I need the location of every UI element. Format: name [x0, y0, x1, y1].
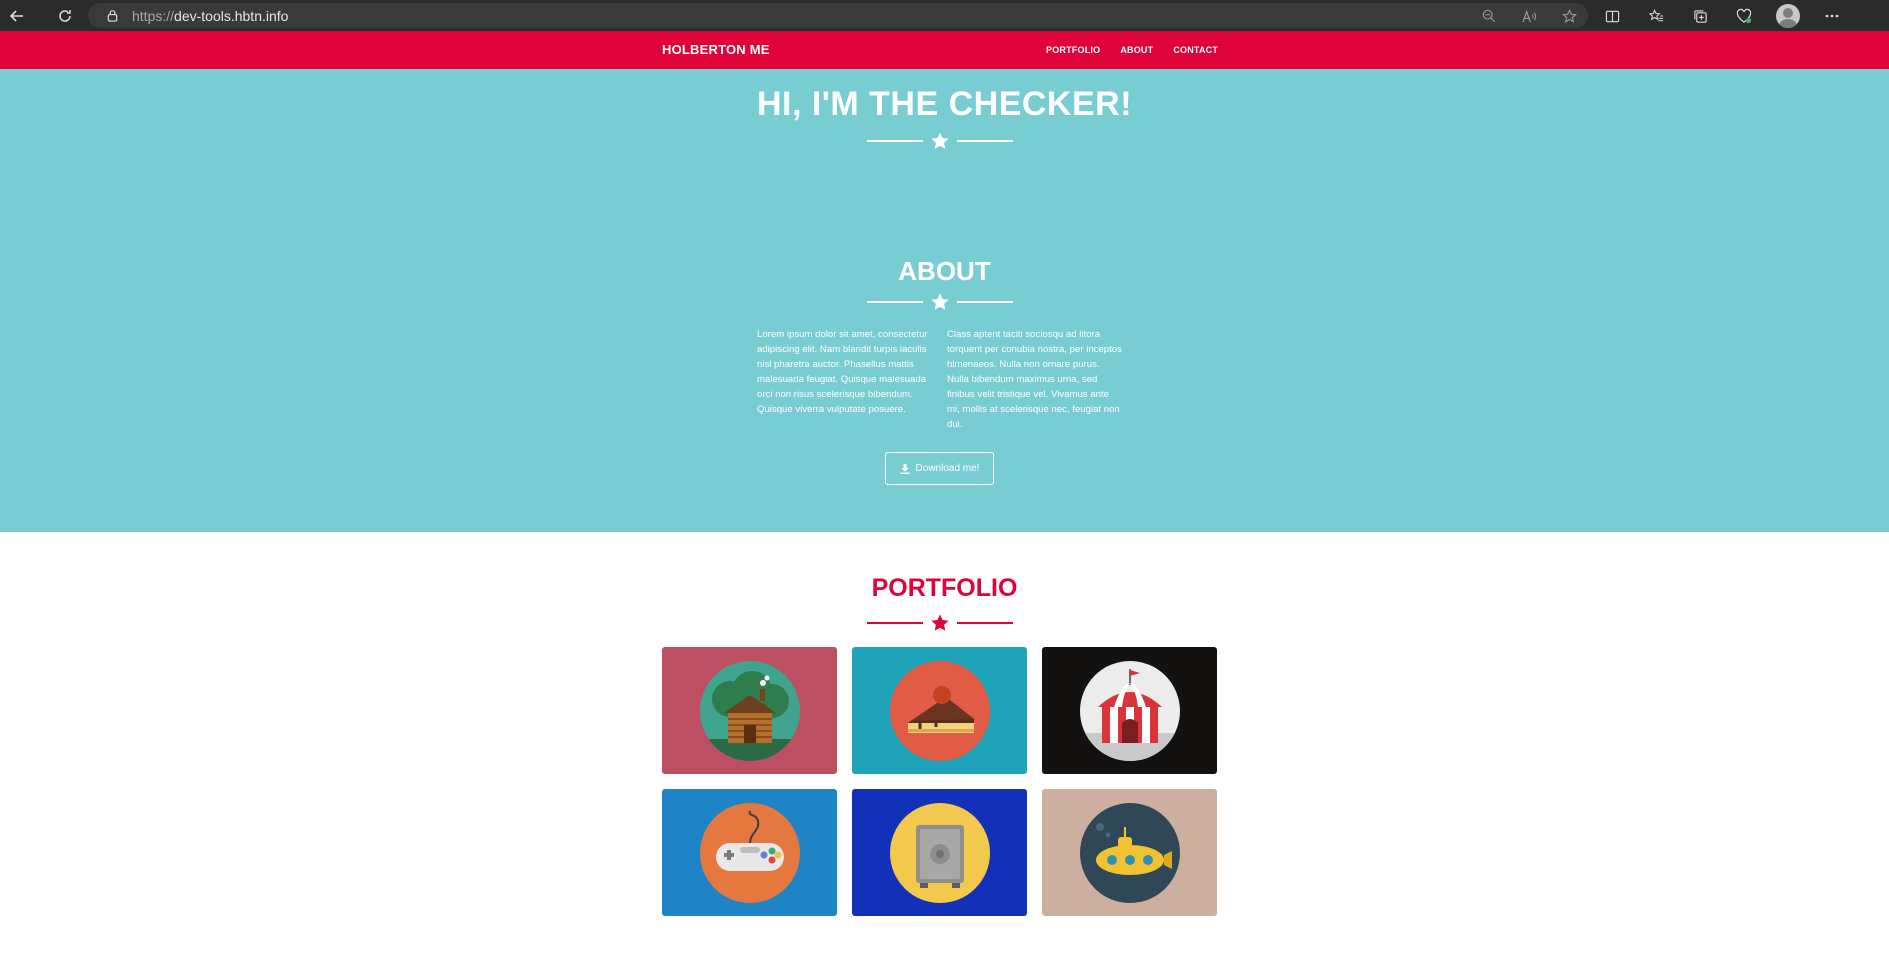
- nav-links: PORTFOLIO ABOUT CONTACT: [1046, 45, 1218, 55]
- split-screen-icon[interactable]: [1600, 4, 1624, 28]
- brand-logo-text[interactable]: HOLBERTON ME: [662, 42, 770, 57]
- url-protocol: https://: [132, 7, 175, 24]
- cabin-icon: [699, 660, 800, 761]
- profile-avatar[interactable]: [1776, 4, 1800, 28]
- portfolio-item-submarine[interactable]: [1042, 789, 1217, 916]
- collections-icon[interactable]: [1688, 4, 1712, 28]
- game-controller-icon: [699, 802, 800, 903]
- star-icon: [931, 132, 949, 149]
- portfolio-item-circus[interactable]: [1042, 647, 1217, 774]
- submarine-icon: [1079, 802, 1180, 903]
- cake-icon: [889, 660, 990, 761]
- portfolio-item-cake[interactable]: [852, 647, 1027, 774]
- download-button-label: Download me!: [915, 463, 980, 474]
- about-star-divider: [867, 292, 1013, 312]
- circus-tent-icon: [1079, 660, 1180, 761]
- star-icon: [931, 293, 949, 310]
- favorites-icon[interactable]: [1644, 4, 1668, 28]
- zoom-out-icon[interactable]: [1480, 7, 1498, 25]
- star-icon: [931, 614, 949, 631]
- about-text-right: Class aptent taciti sociosqu ad litora t…: [947, 329, 1122, 430]
- download-button[interactable]: Download me!: [885, 452, 994, 485]
- url-text: https://dev-tools.hbtn.info: [132, 8, 288, 24]
- portfolio-star-divider: [867, 613, 1013, 633]
- nav-link-about[interactable]: ABOUT: [1120, 45, 1153, 55]
- about-title: ABOUT: [898, 256, 991, 286]
- reload-icon[interactable]: [54, 5, 76, 27]
- back-icon[interactable]: [6, 5, 28, 27]
- safe-icon: [889, 802, 990, 903]
- hero-about-section: HI, I'M THE CHECKER! ABOUT Lorem ipsum d…: [0, 69, 1889, 532]
- about-text-left: Lorem ipsum dolor sit amet, consectetur …: [757, 329, 928, 415]
- portfolio-item-cabin[interactable]: [662, 647, 837, 774]
- hero-title: HI, I'M THE CHECKER!: [756, 85, 1133, 123]
- more-options-icon[interactable]: [1820, 4, 1844, 28]
- address-bar[interactable]: https://dev-tools.hbtn.info: [88, 3, 1588, 28]
- download-icon: [900, 463, 910, 474]
- read-aloud-icon[interactable]: [1520, 7, 1538, 25]
- portfolio-title: PORTFOLIO: [871, 574, 1018, 602]
- nav-link-portfolio[interactable]: PORTFOLIO: [1046, 45, 1100, 55]
- browser-toolbar: https://dev-tools.hbtn.info: [0, 0, 1889, 31]
- site-navbar: HOLBERTON ME PORTFOLIO ABOUT CONTACT: [0, 31, 1889, 69]
- portfolio-item-safe[interactable]: [852, 789, 1027, 916]
- hero-star-divider: [867, 131, 1013, 151]
- url-host: dev-tools.hbtn.info: [174, 7, 289, 24]
- portfolio-item-controller[interactable]: [662, 789, 837, 916]
- avatar: [1776, 4, 1800, 28]
- lock-icon: [106, 9, 120, 23]
- nav-link-contact[interactable]: CONTACT: [1173, 45, 1218, 55]
- browser-essentials-icon[interactable]: [1732, 4, 1756, 28]
- favorite-star-icon[interactable]: [1560, 7, 1578, 25]
